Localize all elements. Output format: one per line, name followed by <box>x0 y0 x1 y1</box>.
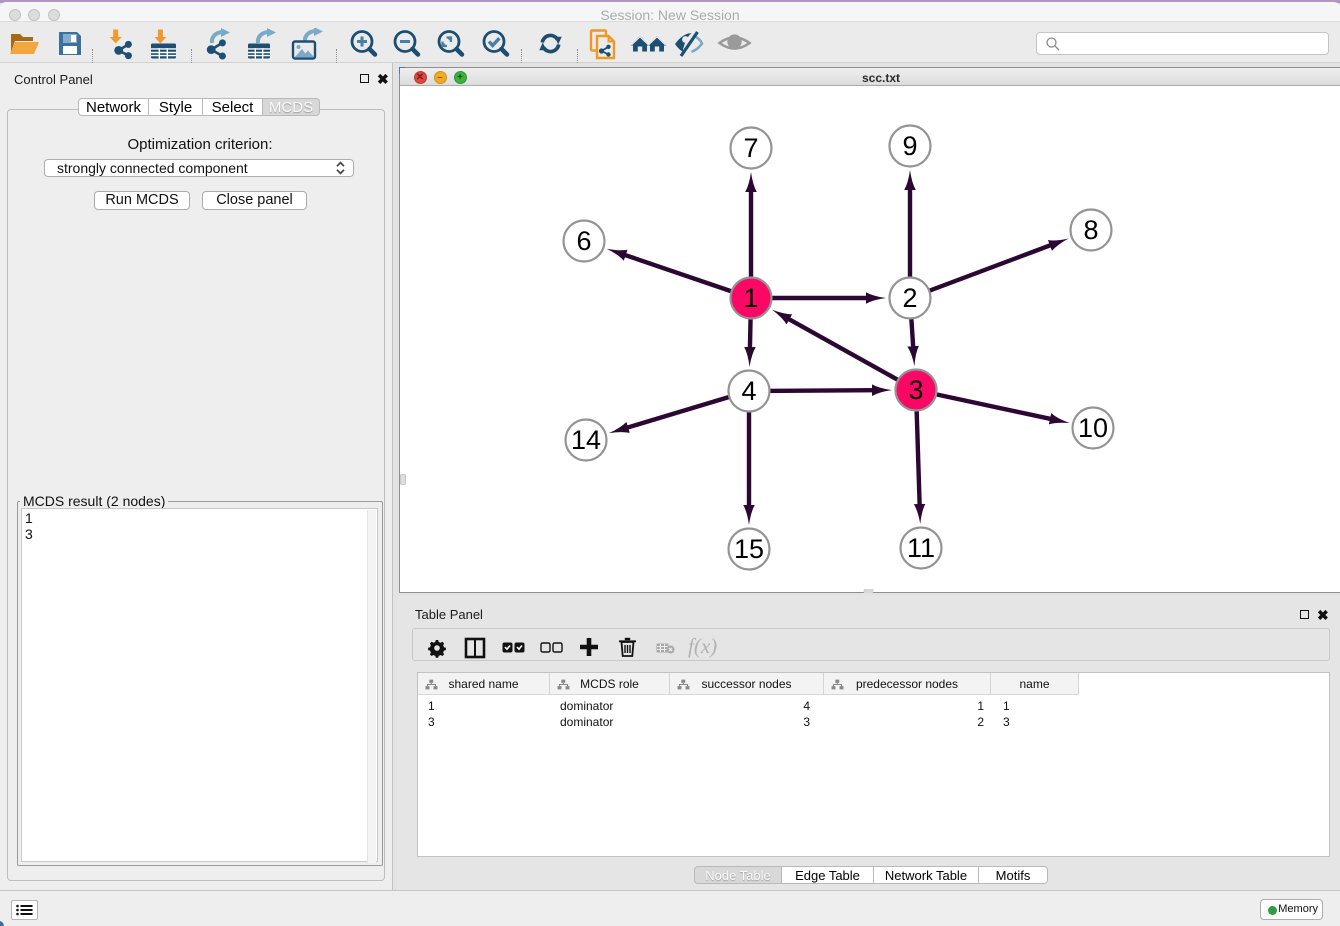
svg-text:9: 9 <box>902 131 917 161</box>
svg-text:6: 6 <box>576 226 591 256</box>
svg-text:2: 2 <box>902 283 917 313</box>
svg-text:11: 11 <box>907 533 935 563</box>
svg-text:10: 10 <box>1078 413 1108 443</box>
svg-text:7: 7 <box>743 133 758 163</box>
svg-text:3: 3 <box>908 375 923 405</box>
svg-text:14: 14 <box>571 425 601 455</box>
svg-text:4: 4 <box>741 376 756 406</box>
svg-text:1: 1 <box>743 283 758 313</box>
svg-text:8: 8 <box>1083 215 1098 245</box>
svg-text:15: 15 <box>734 534 764 564</box>
